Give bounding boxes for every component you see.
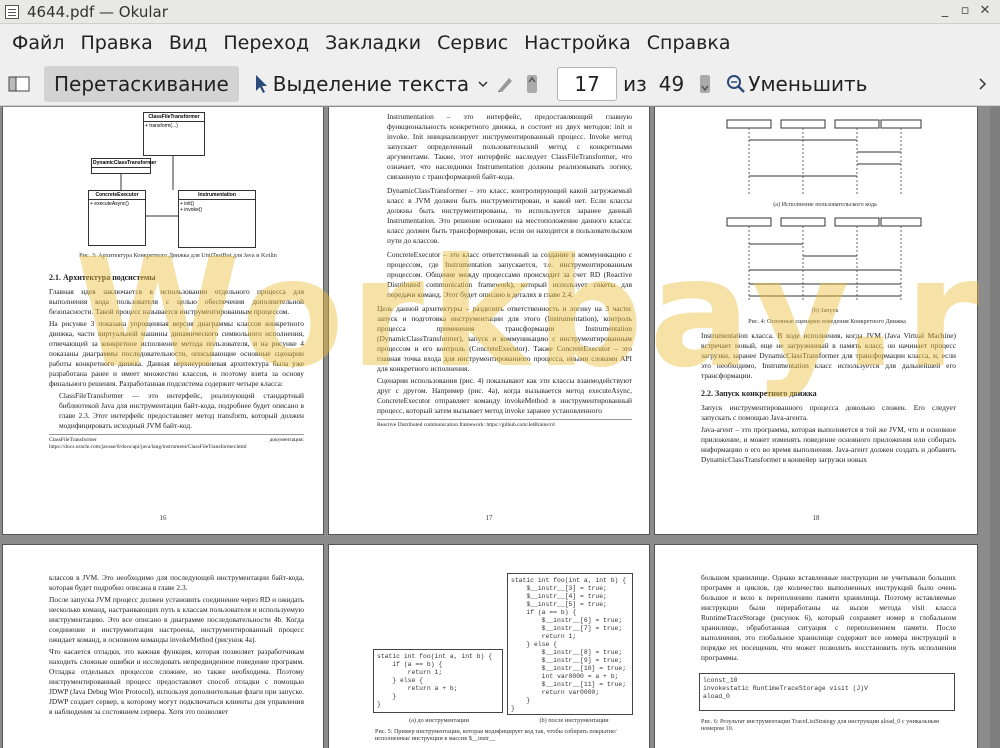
figure-4a-caption: (a) Исполнение пользовательского кода — [773, 201, 877, 208]
toolbar-overflow-button[interactable] — [972, 66, 994, 102]
page-17-bullet-3: ConcreteExecutor – это класс ответственн… — [387, 250, 632, 299]
window-titlebar: 4644.pdf — Okular _ ▫ ✕ — [0, 0, 1000, 24]
previous-page-button[interactable] — [519, 66, 545, 102]
bytecode-listing: lconst_10 invokestatic RuntimeTraceStora… — [699, 673, 955, 711]
page-17-para-2: Сценарии использования (рис. 4) показыва… — [377, 376, 632, 415]
section-heading-2-2: 2.2. Запуск конкретного движка — [701, 389, 817, 398]
chevron-down-icon — [478, 80, 488, 87]
menubar: Файл Правка Вид Переход Закладки Сервис … — [0, 24, 1000, 62]
page-21-text: большом хранилище. Однако вставленные ин… — [701, 573, 956, 665]
page-16-para-2: На рисунке 3 показана упрощенная версия … — [49, 319, 304, 388]
page-16-text: 2.1. Архитектура подсистемы Главная идея… — [49, 269, 304, 453]
next-page-icon — [700, 74, 711, 93]
figure-4-caption: Рис. 4: Основные сценарии поведения Конк… — [748, 318, 906, 325]
page-18-number: 18 — [812, 514, 820, 522]
page-18-para-1: Instrumentation класса. В ходе исполнени… — [701, 331, 956, 380]
section-heading-2-1: 2.1. Архитектура подсистемы — [49, 273, 156, 282]
page-21: большом хранилище. Однако вставленные ин… — [654, 544, 978, 748]
figure-6-caption: Рис. 6: Результат инструментации TraceLi… — [701, 718, 939, 732]
menu-tools[interactable]: Сервис — [429, 24, 516, 62]
menu-file[interactable]: Файл — [4, 24, 73, 62]
sidebar-panel-icon — [8, 76, 30, 91]
cursor-arrow-icon — [255, 74, 267, 93]
code-after-instrumentation: static int foo(int a, int b) { $__instr_… — [507, 573, 633, 715]
page-18-text: Instrumentation класса. В ходе исполнени… — [701, 331, 956, 467]
window-title: 4644.pdf — Okular — [27, 2, 168, 21]
tool-dropdown-button[interactable] — [475, 66, 491, 102]
menu-view[interactable]: Вид — [161, 24, 216, 62]
text-select-tool-button[interactable]: Выделение текста — [247, 66, 475, 102]
browse-tool-label: Перетаскивание — [54, 71, 229, 96]
figure-5a-caption: (a) до инструментации — [409, 717, 469, 724]
page-19-para-3: Что касается отладки, это важная функция… — [49, 647, 304, 716]
page-of-label: из — [623, 71, 647, 96]
page-16-para-1: Главная идея заключается в использовании… — [49, 287, 304, 316]
page-16: ClassFileTransformer + transform(...) Dyn… — [2, 107, 324, 535]
chevron-right-icon — [979, 77, 987, 90]
sequence-diagram-b — [726, 217, 922, 302]
sequence-diagram-a — [726, 119, 922, 196]
page-17-footnote: Reactive Distributed communication frame… — [377, 419, 632, 429]
okular-app-icon — [5, 4, 19, 19]
zoom-out-icon — [727, 74, 746, 93]
page-number-input[interactable]: 17 — [557, 66, 618, 101]
figure-5-caption: Рис. 5: Пример инструментации, которая м… — [375, 728, 617, 742]
page-17-para-1: Цель данной архитектуры – разделить отве… — [377, 304, 632, 373]
zoom-out-button[interactable]: Уменьшить — [720, 66, 873, 102]
figure-3-caption: Рис. 3: Архитектура Конкретного Движка д… — [79, 252, 277, 259]
sidebar-toggle-button[interactable] — [0, 66, 38, 102]
page-17-bullet-1: Instrumentation – это интерфейс, предост… — [387, 112, 632, 181]
figure-4b-caption: (b) Запуск — [811, 307, 839, 314]
close-icon[interactable]: ✕ — [976, 3, 994, 18]
highlighter-pen-icon — [498, 77, 513, 92]
page-17-text: Instrumentation – это интерфейс, предост… — [377, 112, 632, 431]
uml-arrows — [120, 156, 178, 217]
total-pages-label: 49 — [658, 71, 685, 96]
zoom-out-label: Уменьшить — [748, 71, 868, 96]
code-before-instrumentation: static int foo(int a, int b) { if (a == … — [373, 649, 503, 713]
menu-help[interactable]: Справка — [639, 24, 739, 62]
page-17: Instrumentation – это интерфейс, предост… — [328, 107, 650, 535]
menu-edit[interactable]: Правка — [73, 24, 161, 62]
page-16-number: 16 — [159, 514, 167, 522]
text-select-tool-label: Выделение текста — [272, 71, 470, 96]
figure-5b-caption: (b) после инструментации — [539, 717, 609, 724]
page-19-text: классов в JVM. Это необходимо для послед… — [49, 573, 304, 719]
page-18-para-3: Java-агент – это программа, которая выпо… — [701, 425, 956, 464]
menu-go[interactable]: Переход — [215, 24, 317, 62]
page-19: классов в JVM. Это необходимо для послед… — [2, 544, 324, 748]
previous-page-icon — [527, 74, 538, 93]
minimize-icon[interactable]: _ — [936, 3, 954, 18]
annotate-tool-button[interactable] — [491, 66, 519, 102]
vertical-scrollbar[interactable] — [990, 107, 1000, 748]
page-18-para-2: Запуск инструментированного процесса дов… — [701, 403, 956, 422]
page-16-footnote: ClassFileTransformer документация: https… — [49, 434, 304, 451]
menu-settings[interactable]: Настройка — [516, 24, 639, 62]
page-16-bullet: ClassFileTransformer — это интерфейс, ре… — [59, 391, 304, 430]
menu-bookmarks[interactable]: Закладки — [317, 24, 429, 62]
page-17-number: 17 — [485, 514, 493, 522]
page-18: (a) Исполнение пользовательского кода (b… — [654, 107, 978, 535]
page-19-para-2: После запуска JVM процесс должен установ… — [49, 595, 304, 644]
browse-tool-button[interactable]: Перетаскивание — [44, 65, 239, 102]
page-17-bullet-2: DynamicClassTransformer – это класс, кон… — [387, 186, 632, 245]
main-toolbar: Перетаскивание Выделение текста 17 из 49… — [0, 62, 1000, 106]
next-page-button[interactable] — [690, 66, 720, 102]
page-20: static int foo(int a, int b) { if (a == … — [328, 544, 650, 748]
page-21-para-1: большом хранилище. Однако вставленные ин… — [701, 573, 956, 662]
page-19-para-1: классов в JVM. Это необходимо для послед… — [49, 573, 304, 592]
maximize-icon[interactable]: ▫ — [956, 3, 974, 18]
document-view[interactable]: ClassFileTransformer + transform(...) Dyn… — [0, 107, 1000, 748]
